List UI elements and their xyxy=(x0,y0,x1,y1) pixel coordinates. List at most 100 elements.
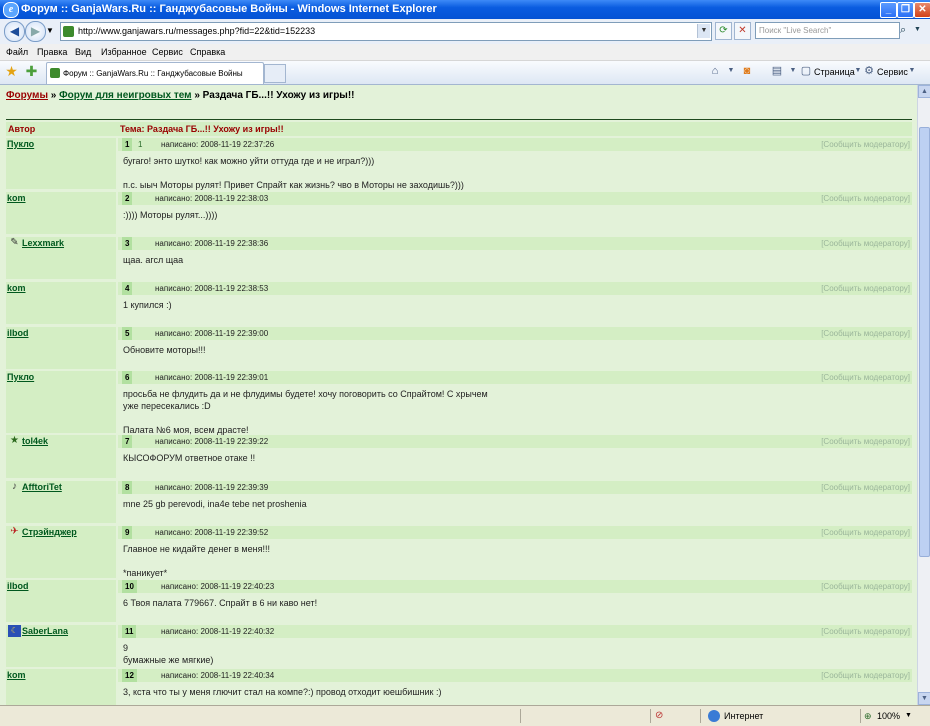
add-favorites-icon[interactable]: ✚ xyxy=(24,64,39,79)
post-row: ilbod 5 написано: 2008-11-19 22:39:00 [С… xyxy=(6,327,912,369)
post-author-cell: ✎ Lexxmark xyxy=(6,237,116,279)
report-moderator-link[interactable]: [Сообщить модератору] xyxy=(821,371,910,384)
back-button[interactable]: ◀ xyxy=(4,21,25,42)
post-meta-bar: 10 написано: 2008-11-19 22:40:23 [Сообщи… xyxy=(118,580,912,593)
post-author-link[interactable]: tol4ek xyxy=(22,436,48,446)
stop-button[interactable]: ✕ xyxy=(734,22,751,40)
post-meta-bar: 11 написано: 2008-11-19 22:40:32 [Сообщи… xyxy=(118,625,912,638)
refresh-button[interactable]: ⟳ xyxy=(715,22,732,40)
menu-file[interactable]: Файл xyxy=(6,44,28,60)
report-moderator-link[interactable]: [Сообщить модератору] xyxy=(821,282,910,295)
minimize-button[interactable]: _ xyxy=(880,2,897,18)
post-author-link[interactable]: Пукло xyxy=(7,139,34,149)
page-menu-label[interactable]: Страница xyxy=(814,64,855,80)
print-dropdown-icon[interactable]: ▼ xyxy=(786,64,800,78)
search-options-icon[interactable]: ▼ xyxy=(914,22,927,38)
post-meta-bar: 12 написано: 2008-11-19 22:40:34 [Сообщи… xyxy=(118,669,912,682)
recent-pages-dropdown[interactable]: ▼ xyxy=(46,26,54,35)
menu-bar: Файл Правка Вид Избранное Сервис Справка xyxy=(0,44,930,61)
post-date: написано: 2008-11-19 22:39:01 xyxy=(155,373,269,382)
breadcrumb-forums-link[interactable]: Форумы xyxy=(6,90,48,101)
post-author-link[interactable]: Стрэйнджер xyxy=(22,527,77,537)
maximize-button[interactable]: ❐ xyxy=(897,2,914,18)
post-author-link[interactable]: ilbod xyxy=(7,581,29,591)
report-moderator-link[interactable]: [Сообщить модератору] xyxy=(821,580,910,593)
scroll-thumb[interactable] xyxy=(919,127,930,557)
menu-view[interactable]: Вид xyxy=(75,44,91,60)
author-avatar-icon: ✎ xyxy=(10,237,19,248)
home-dropdown-icon[interactable]: ▼ xyxy=(724,64,738,78)
window-title: Форум :: GanjaWars.Ru :: Ганджубасовые В… xyxy=(21,3,437,15)
menu-edit[interactable]: Правка xyxy=(37,44,67,60)
search-input[interactable]: Поиск "Live Search" xyxy=(755,22,900,39)
tab-forum[interactable]: Форум :: GanjaWars.Ru :: Ганджубасовые В… xyxy=(46,62,264,84)
post-author-cell: kom xyxy=(6,192,116,234)
post-author-link[interactable]: kom xyxy=(7,193,26,203)
page-icon[interactable]: ▢ xyxy=(799,64,813,78)
breadcrumb-section-link[interactable]: Форум для неигровых тем xyxy=(59,90,191,101)
post-row: kom 12 написано: 2008-11-19 22:40:34 [Со… xyxy=(6,669,912,705)
post-text: Обновите моторы!!! xyxy=(123,345,206,355)
status-divider xyxy=(520,709,521,723)
report-moderator-link[interactable]: [Сообщить модератору] xyxy=(821,237,910,250)
post-author-cell: kom xyxy=(6,282,116,324)
report-moderator-link[interactable]: [Сообщить модератору] xyxy=(821,192,910,205)
tools-gear-icon[interactable]: ⚙ xyxy=(862,64,876,78)
menu-favorites[interactable]: Избранное xyxy=(101,44,147,60)
author-column-header: Автор xyxy=(8,124,36,134)
post-author-cell: kom xyxy=(6,669,116,705)
popup-blocker-icon[interactable]: ⊘ xyxy=(655,710,667,722)
report-moderator-link[interactable]: [Сообщить модератору] xyxy=(821,625,910,638)
report-moderator-link[interactable]: [Сообщить модератору] xyxy=(821,327,910,340)
post-row: Пукло 6 написано: 2008-11-19 22:39:01 [С… xyxy=(6,371,912,435)
new-tab-button[interactable] xyxy=(264,64,286,83)
report-moderator-link[interactable]: [Сообщить модератору] xyxy=(821,526,910,539)
scroll-down-arrow-icon[interactable]: ▼ xyxy=(918,692,930,705)
post-author-link[interactable]: Пукло xyxy=(7,372,34,382)
menu-tools[interactable]: Сервис xyxy=(152,44,183,60)
post-date: написано: 2008-11-19 22:40:34 xyxy=(161,671,275,680)
post-date: написано: 2008-11-19 22:39:00 xyxy=(155,329,269,338)
tools-dropdown-icon[interactable]: ▼ xyxy=(905,64,919,78)
search-icon[interactable]: ⌕ xyxy=(900,22,913,38)
post-number: 8 xyxy=(122,481,133,494)
report-moderator-link[interactable]: [Сообщить модератору] xyxy=(821,138,910,151)
scroll-up-arrow-icon[interactable]: ▲ xyxy=(918,85,930,98)
post-author-link[interactable]: kom xyxy=(7,670,26,680)
post-author-cell: ♪ AfftoriTet xyxy=(6,481,116,523)
status-divider xyxy=(860,709,861,723)
favorites-star-icon[interactable]: ★ xyxy=(4,64,19,79)
print-icon[interactable]: ▤ xyxy=(770,64,784,78)
post-author-link[interactable]: ilbod xyxy=(7,328,29,338)
post-author-link[interactable]: kom xyxy=(7,283,26,293)
post-row: kom 4 написано: 2008-11-19 22:38:53 [Соо… xyxy=(6,282,912,324)
post-meta-bar: 5 написано: 2008-11-19 22:39:00 [Сообщит… xyxy=(118,327,912,340)
home-icon[interactable]: ⌂ xyxy=(708,64,722,78)
post-meta-bar: 3 написано: 2008-11-19 22:38:36 [Сообщит… xyxy=(118,237,912,250)
feeds-icon[interactable]: ◙ xyxy=(740,64,754,78)
vertical-scrollbar[interactable]: ▲ ▼ xyxy=(917,85,930,705)
menu-help[interactable]: Справка xyxy=(190,44,225,60)
zoom-dropdown-icon[interactable]: ▼ xyxy=(905,706,912,726)
post-row: ✈ Стрэйнджер 9 написано: 2008-11-19 22:3… xyxy=(6,526,912,578)
page-content: Форумы » Форум для неигровых тем » Разда… xyxy=(0,85,917,705)
post-meta-bar: 7 написано: 2008-11-19 22:39:22 [Сообщит… xyxy=(118,435,912,448)
report-moderator-link[interactable]: [Сообщить модератору] xyxy=(821,435,910,448)
address-bar[interactable]: http://www.ganjawars.ru/messages.php?fid… xyxy=(60,22,712,41)
post-author-link[interactable]: AfftoriTet xyxy=(22,482,62,492)
post-author-link[interactable]: SaberLana xyxy=(22,626,68,636)
close-window-button[interactable]: ✕ xyxy=(914,2,930,18)
tab-favicon xyxy=(50,68,60,78)
zoom-icon[interactable]: ⊕ xyxy=(864,706,872,726)
forward-button[interactable]: ▶ xyxy=(25,21,46,42)
zoom-level[interactable]: 100% xyxy=(877,706,900,726)
tools-menu-label[interactable]: Сервис xyxy=(877,64,908,80)
address-dropdown-icon[interactable]: ▼ xyxy=(697,24,710,38)
report-moderator-link[interactable]: [Сообщить модератору] xyxy=(821,669,910,682)
report-moderator-link[interactable]: [Сообщить модератору] xyxy=(821,481,910,494)
post-text: mne 25 gb perevodi, ina4e tebe net prosh… xyxy=(123,499,307,509)
status-bar: ⊘ Интернет ⊕ 100% ▼ xyxy=(0,705,930,726)
post-author-link[interactable]: Lexxmark xyxy=(22,238,64,248)
breadcrumb-separator: » xyxy=(194,90,200,101)
post-text: Главное не кидайте денег в меня!!! *пани… xyxy=(123,544,270,578)
